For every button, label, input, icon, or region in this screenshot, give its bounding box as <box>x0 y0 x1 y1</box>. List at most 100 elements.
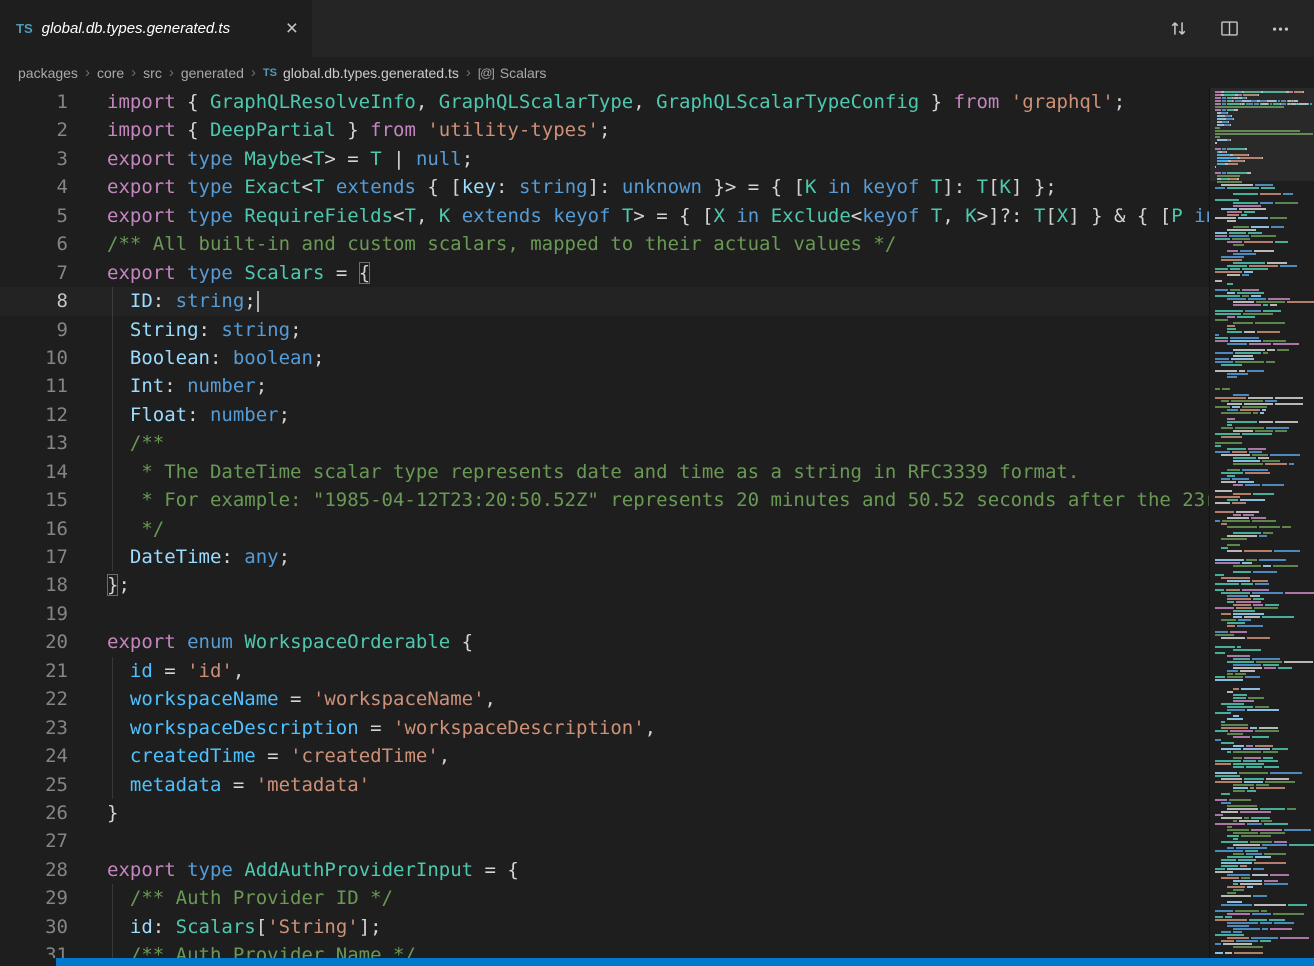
line-number[interactable]: 24 <box>0 742 68 770</box>
code-line[interactable]: 12 Float: number; <box>0 401 1209 429</box>
code-text <box>68 827 107 855</box>
code-line[interactable]: 30 id: Scalars['String']; <box>0 913 1209 941</box>
status-bar-left-gap <box>0 958 56 966</box>
line-number[interactable]: 2 <box>0 116 68 144</box>
code-text: export enum WorkspaceOrderable { <box>68 628 473 656</box>
line-number[interactable]: 9 <box>0 316 68 344</box>
code-text: }; <box>68 571 130 599</box>
breadcrumb-item[interactable]: generated <box>181 65 244 81</box>
more-actions-icon[interactable] <box>1271 19 1290 38</box>
line-number[interactable]: 31 <box>0 941 68 958</box>
code-line[interactable]: 3export type Maybe<T> = T | null; <box>0 145 1209 173</box>
code-line[interactable]: 10 Boolean: boolean; <box>0 344 1209 372</box>
status-bar-blue-strip <box>56 958 1314 966</box>
line-number[interactable]: 26 <box>0 799 68 827</box>
breadcrumb-separator: › <box>85 64 90 81</box>
code-line[interactable]: 1import { GraphQLResolveInfo, GraphQLSca… <box>0 88 1209 116</box>
code-line[interactable]: 28export type AddAuthProviderInput = { <box>0 856 1209 884</box>
breadcrumb-item[interactable]: src <box>143 65 162 81</box>
split-editor-icon[interactable] <box>1220 19 1239 38</box>
line-number[interactable]: 20 <box>0 628 68 656</box>
line-number[interactable]: 17 <box>0 543 68 571</box>
line-number[interactable]: 30 <box>0 913 68 941</box>
code-text: ID: string; <box>68 287 259 315</box>
line-number[interactable]: 16 <box>0 515 68 543</box>
line-number[interactable]: 19 <box>0 600 68 628</box>
breadcrumb-item[interactable]: [@]Scalars <box>478 65 547 81</box>
line-number[interactable]: 7 <box>0 259 68 287</box>
code-line[interactable]: 24 createdTime = 'createdTime', <box>0 742 1209 770</box>
close-tab-icon[interactable]: × <box>282 16 302 41</box>
line-number[interactable]: 23 <box>0 714 68 742</box>
tab-global-db-types-generated[interactable]: TS global.db.types.generated.ts × <box>0 0 313 57</box>
open-changes-icon[interactable] <box>1169 19 1188 38</box>
tab-label: global.db.types.generated.ts <box>42 20 272 37</box>
code-line[interactable]: 20export enum WorkspaceOrderable { <box>0 628 1209 656</box>
breadcrumb-item[interactable]: core <box>97 65 124 81</box>
code-line[interactable]: 2import { DeepPartial } from 'utility-ty… <box>0 116 1209 144</box>
code-line[interactable]: 18}; <box>0 571 1209 599</box>
code-line[interactable]: 9 String: string; <box>0 316 1209 344</box>
breadcrumb-label: Scalars <box>500 65 547 81</box>
minimap-viewport[interactable] <box>1210 88 1314 181</box>
line-number[interactable]: 8 <box>0 287 68 315</box>
code-editor[interactable]: 1import { GraphQLResolveInfo, GraphQLSca… <box>0 88 1314 958</box>
breadcrumb-item[interactable]: TSglobal.db.types.generated.ts <box>263 65 459 81</box>
code-line[interactable]: 16 */ <box>0 515 1209 543</box>
code-line[interactable]: 7export type Scalars = { <box>0 259 1209 287</box>
code-line[interactable]: 25 metadata = 'metadata' <box>0 771 1209 799</box>
line-number[interactable]: 11 <box>0 372 68 400</box>
code-text: export type Scalars = { <box>68 259 370 287</box>
code-text: * For example: "1985-04-12T23:20:50.52Z"… <box>68 486 1209 514</box>
typescript-file-icon: TS <box>16 21 33 36</box>
line-number[interactable]: 12 <box>0 401 68 429</box>
line-number[interactable]: 25 <box>0 771 68 799</box>
code-line[interactable]: 8 ID: string; <box>0 287 1209 315</box>
code-line[interactable]: 17 DateTime: any; <box>0 543 1209 571</box>
line-number[interactable]: 6 <box>0 230 68 258</box>
code-text: Float: number; <box>68 401 290 429</box>
code-line[interactable]: 29 /** Auth Provider ID */ <box>0 884 1209 912</box>
code-line[interactable]: 4export type Exact<T extends { [key: str… <box>0 173 1209 201</box>
code-line[interactable]: 22 workspaceName = 'workspaceName', <box>0 685 1209 713</box>
vscode-window: TS global.db.types.generated.ts × <box>0 0 1314 966</box>
code-line[interactable]: 21 id = 'id', <box>0 657 1209 685</box>
line-number[interactable]: 27 <box>0 827 68 855</box>
code-text: createdTime = 'createdTime', <box>68 742 450 770</box>
code-line[interactable]: 23 workspaceDescription = 'workspaceDesc… <box>0 714 1209 742</box>
line-number[interactable]: 3 <box>0 145 68 173</box>
code-line[interactable]: 19 <box>0 600 1209 628</box>
line-number[interactable]: 22 <box>0 685 68 713</box>
code-text: id: Scalars['String']; <box>68 913 382 941</box>
code-line[interactable]: 13 /** <box>0 429 1209 457</box>
minimap-content <box>1210 88 1314 958</box>
minimap[interactable] <box>1209 88 1314 958</box>
line-number[interactable]: 29 <box>0 884 68 912</box>
code-line[interactable]: 6/** All built-in and custom scalars, ma… <box>0 230 1209 258</box>
line-number[interactable]: 28 <box>0 856 68 884</box>
line-number[interactable]: 13 <box>0 429 68 457</box>
line-number[interactable]: 1 <box>0 88 68 116</box>
line-number[interactable]: 21 <box>0 657 68 685</box>
line-number[interactable]: 5 <box>0 202 68 230</box>
code-line[interactable]: 31 /** Auth Provider Name */ <box>0 941 1209 958</box>
breadcrumb-item[interactable]: packages <box>18 65 78 81</box>
code-text: export type Maybe<T> = T | null; <box>68 145 473 173</box>
breadcrumb: packages›core›src›generated›TSglobal.db.… <box>0 57 1314 88</box>
line-number[interactable]: 4 <box>0 173 68 201</box>
line-number[interactable]: 14 <box>0 458 68 486</box>
line-number[interactable]: 10 <box>0 344 68 372</box>
typescript-file-icon: TS <box>263 67 277 79</box>
code-line[interactable]: 15 * For example: "1985-04-12T23:20:50.5… <box>0 486 1209 514</box>
editor-tab-bar: TS global.db.types.generated.ts × <box>0 0 1314 57</box>
code-line[interactable]: 14 * The DateTime scalar type represents… <box>0 458 1209 486</box>
line-number[interactable]: 18 <box>0 571 68 599</box>
code-line[interactable]: 11 Int: number; <box>0 372 1209 400</box>
code-line[interactable]: 27 <box>0 827 1209 855</box>
code-line[interactable]: 5export type RequireFields<T, K extends … <box>0 202 1209 230</box>
code-line[interactable]: 26} <box>0 799 1209 827</box>
code-text: export type AddAuthProviderInput = { <box>68 856 519 884</box>
breadcrumb-label: src <box>143 65 162 81</box>
code-text: Boolean: boolean; <box>68 344 324 372</box>
line-number[interactable]: 15 <box>0 486 68 514</box>
